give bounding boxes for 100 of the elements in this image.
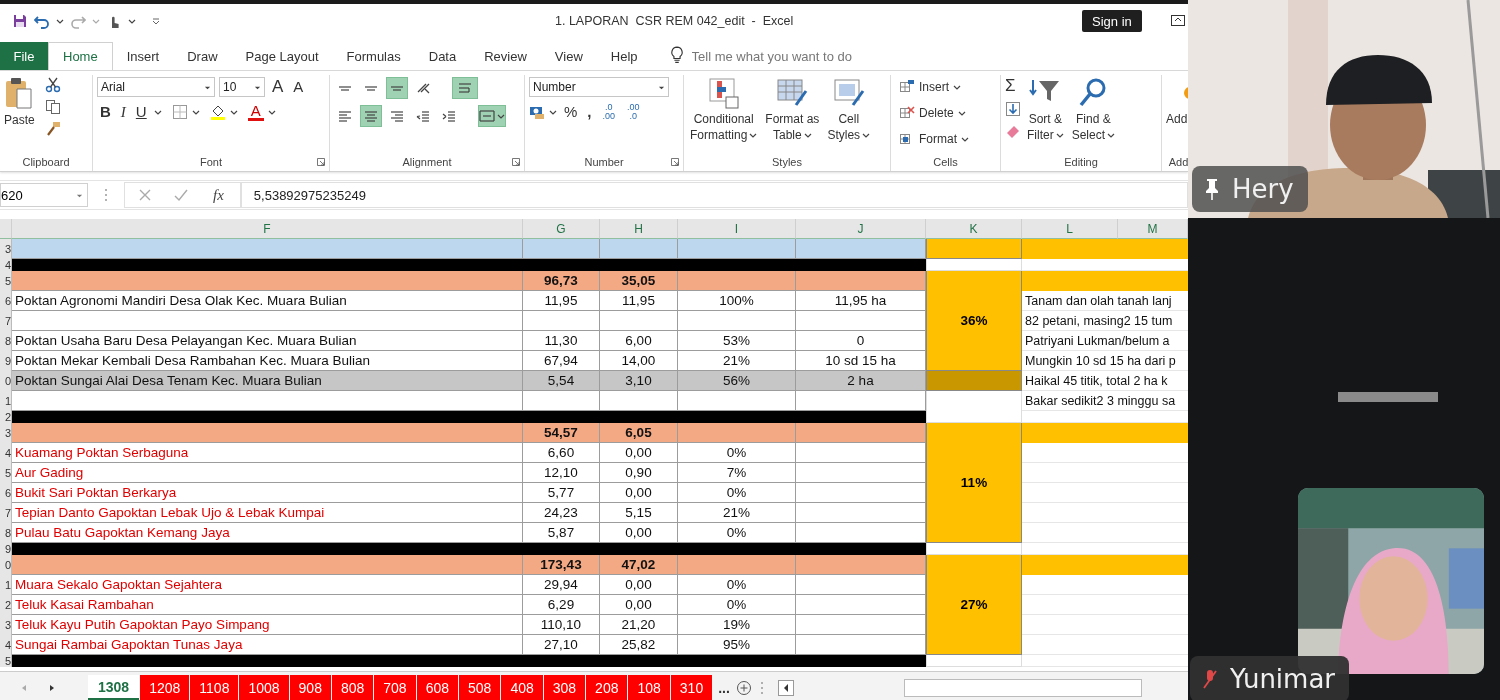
row-number[interactable]: 3 (0, 615, 12, 635)
caret-icon[interactable] (267, 108, 276, 116)
row-number[interactable]: 4 (0, 635, 12, 655)
row-number[interactable]: 9 (0, 543, 12, 555)
currency-icon[interactable] (529, 104, 545, 120)
scroll-left-icon[interactable] (777, 680, 794, 696)
tell-me-field[interactable]: Tell me what you want to do (689, 42, 884, 70)
check-icon[interactable] (173, 187, 189, 203)
font-name-field[interactable]: Arial (97, 77, 215, 97)
italic-button[interactable]: I (117, 103, 129, 121)
format-painter-icon[interactable] (44, 121, 61, 137)
eraser-icon[interactable] (1005, 123, 1021, 139)
sheet-tab[interactable]: 1108 (190, 675, 239, 700)
dialog-launcher-icon[interactable] (671, 158, 679, 166)
font-size-field[interactable]: 10 (219, 77, 265, 97)
sheet-tab[interactable]: 308 (543, 675, 586, 700)
row-number[interactable]: 3 (0, 423, 12, 443)
decimal-button[interactable]: .0 .00 (598, 103, 620, 121)
row-number[interactable]: 1 (0, 575, 12, 595)
editing-button[interactable]: Find & Select (1069, 77, 1118, 143)
sheet-tab[interactable]: 408 (501, 675, 543, 700)
row-number[interactable]: 5 (0, 271, 12, 291)
fill-color-icon[interactable] (209, 104, 226, 120)
shrink-font-button[interactable]: A (290, 78, 307, 96)
more-sheets-button[interactable]: ... (712, 680, 736, 696)
ribbon-display-icon[interactable] (1170, 13, 1186, 29)
grow-font-button[interactable]: A (269, 78, 287, 96)
row-number[interactable]: 3 (0, 239, 12, 259)
caret-icon[interactable] (128, 17, 136, 25)
fill-down-icon[interactable] (1005, 101, 1021, 117)
undo-icon[interactable] (34, 13, 50, 29)
underline-button[interactable]: U (132, 103, 150, 121)
row-number[interactable]: 2 (0, 595, 12, 615)
cells-button[interactable]: Insert (895, 77, 965, 97)
copy-icon[interactable] (44, 99, 61, 115)
paste-button[interactable]: Paste (4, 77, 35, 127)
row-number[interactable]: 0 (0, 371, 12, 391)
autosum-button[interactable]: Σ (1005, 77, 1016, 95)
row-number[interactable]: 9 (0, 351, 12, 371)
sheet-tab[interactable]: 1208 (140, 675, 190, 700)
sheet-tab[interactable]: 310 (670, 675, 713, 700)
row-number[interactable]: 7 (0, 311, 12, 331)
row-number[interactable]: 6 (0, 291, 12, 311)
sheet-tab[interactable]: 1008 (239, 675, 289, 700)
comma-button[interactable]: , (584, 103, 595, 121)
row-number[interactable]: 8 (0, 523, 12, 543)
caret-icon[interactable] (191, 108, 200, 116)
row-number[interactable]: 8 (0, 331, 12, 351)
caret-icon[interactable] (153, 108, 162, 116)
sign-in-button[interactable]: Sign in (1082, 10, 1142, 32)
row-number[interactable]: 4 (0, 443, 12, 463)
sheet-tab[interactable]: 608 (416, 675, 458, 700)
caret-icon[interactable] (56, 17, 64, 25)
caret-icon[interactable] (229, 108, 238, 116)
sheet-tab[interactable]: 908 (289, 675, 331, 700)
ribbon-tab[interactable]: Page Layout (231, 42, 333, 70)
ribbon-tab[interactable]: Insert (112, 42, 174, 70)
row-number[interactable]: 0 (0, 555, 12, 575)
ribbon-tab[interactable]: Home (48, 42, 113, 70)
row-number[interactable]: 5 (0, 655, 12, 667)
row-number[interactable]: 2 (0, 411, 12, 423)
decimal-button[interactable]: .00 .0 (623, 103, 644, 121)
insert-function-button[interactable]: fx (209, 186, 228, 204)
ribbon-tab[interactable]: Help (596, 42, 652, 70)
row-number[interactable]: 4 (0, 259, 12, 271)
sheet-tab[interactable]: 1308 (88, 675, 140, 700)
horizontal-scrollbar[interactable] (903, 679, 1142, 697)
row-number[interactable]: 6 (0, 483, 12, 503)
sheet-tab[interactable]: 708 (374, 675, 416, 700)
caret-icon[interactable] (549, 108, 557, 116)
ribbon-tab[interactable]: Data (414, 42, 471, 70)
ribbon-tab[interactable]: Review (470, 42, 541, 70)
bold-button[interactable]: B (97, 103, 114, 121)
row-number[interactable]: 7 (0, 503, 12, 523)
editing-button[interactable]: Sort & Filter (1025, 77, 1066, 143)
styles-button[interactable]: Conditional Formatting (688, 77, 760, 143)
dialog-launcher-icon[interactable] (512, 158, 520, 166)
styles-button[interactable]: Format as Table (763, 77, 822, 143)
file-tab[interactable]: File (0, 42, 48, 70)
sheet-tab[interactable]: 108 (628, 675, 670, 700)
name-box[interactable]: 620 (0, 183, 88, 207)
styles-button[interactable]: Cell Styles (825, 77, 873, 143)
ribbon-tab[interactable]: Draw (173, 42, 232, 70)
scissors-icon[interactable] (44, 77, 61, 93)
font-color-button[interactable]: A (247, 103, 264, 121)
sheet-tab[interactable]: 808 (331, 675, 374, 700)
add-sheet-icon[interactable] (735, 680, 752, 696)
ribbon-tab[interactable]: Formulas (332, 42, 415, 70)
sheet-tab[interactable]: 208 (586, 675, 628, 700)
save-icon[interactable] (12, 13, 28, 29)
percent-button[interactable]: % (561, 103, 581, 121)
next-sheet-icon[interactable] (48, 684, 56, 692)
drag-handle[interactable] (1338, 392, 1438, 402)
formula-field[interactable]: 5,53892975235249 (240, 182, 1188, 208)
dialog-launcher-icon[interactable] (317, 158, 325, 166)
number-format-field[interactable]: Number (529, 77, 669, 97)
pin-icon[interactable] (1204, 178, 1220, 200)
row-number[interactable]: 5 (0, 463, 12, 483)
cells-button[interactable]: Format (895, 129, 973, 149)
customize-icon[interactable] (152, 17, 160, 25)
